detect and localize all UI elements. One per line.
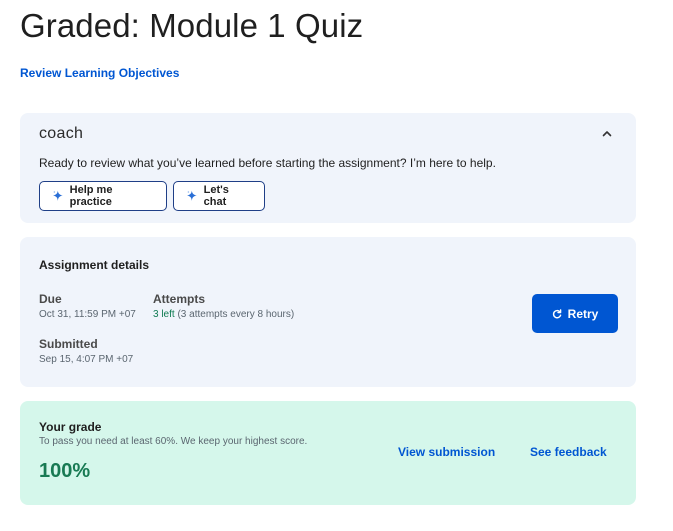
- submitted-label: Submitted: [39, 337, 98, 351]
- help-me-practice-label: Help me practice: [69, 184, 113, 208]
- see-feedback-link[interactable]: See feedback: [530, 444, 607, 460]
- attempts-value: 3 left (3 attempts every 8 hours): [153, 308, 294, 322]
- lets-chat-label: Let's chat: [203, 184, 229, 208]
- refresh-icon: [552, 308, 561, 318]
- attempts-detail: (3 attempts every 8 hours): [174, 309, 295, 320]
- submitted-value: Sep 15, 4:07 PM +07: [39, 354, 134, 365]
- page-title: Graded: Module 1 Quiz: [20, 7, 364, 44]
- view-submission-link[interactable]: View submission: [398, 444, 495, 460]
- coach-logo: coach: [39, 125, 84, 142]
- sparkle-icon: [186, 190, 197, 201]
- grade-pass-requirement: To pass you need at least 60%. We keep y…: [39, 436, 308, 447]
- review-learning-objectives-link[interactable]: Review Learning Objectives: [20, 65, 179, 81]
- assignment-details-panel: Assignment details Due Oct 31, 11:59 PM …: [20, 237, 636, 387]
- quiz-page: Graded: Module 1 Quiz Review Learning Ob…: [0, 0, 673, 531]
- coach-message: Ready to review what you’ve learned befo…: [39, 156, 496, 170]
- retry-button[interactable]: Retry: [532, 294, 618, 333]
- grade-value: 100%: [39, 460, 91, 482]
- chevron-up-icon[interactable]: [600, 127, 614, 141]
- help-me-practice-button[interactable]: Help me practice: [39, 181, 167, 211]
- attempts-left: 3 left: [153, 309, 175, 320]
- lets-chat-button[interactable]: Let's chat: [173, 181, 265, 211]
- attempts-label: Attempts: [153, 292, 206, 306]
- coach-panel: coach Ready to review what you’ve learne…: [20, 113, 636, 223]
- due-value: Oct 31, 11:59 PM +07: [39, 309, 136, 320]
- grade-panel: Your grade To pass you need at least 60%…: [20, 401, 636, 505]
- your-grade-heading: Your grade: [39, 420, 102, 434]
- due-label: Due: [39, 292, 62, 306]
- sparkle-icon: [52, 190, 63, 201]
- retry-label: Retry: [567, 306, 599, 321]
- assignment-details-heading: Assignment details: [39, 258, 150, 272]
